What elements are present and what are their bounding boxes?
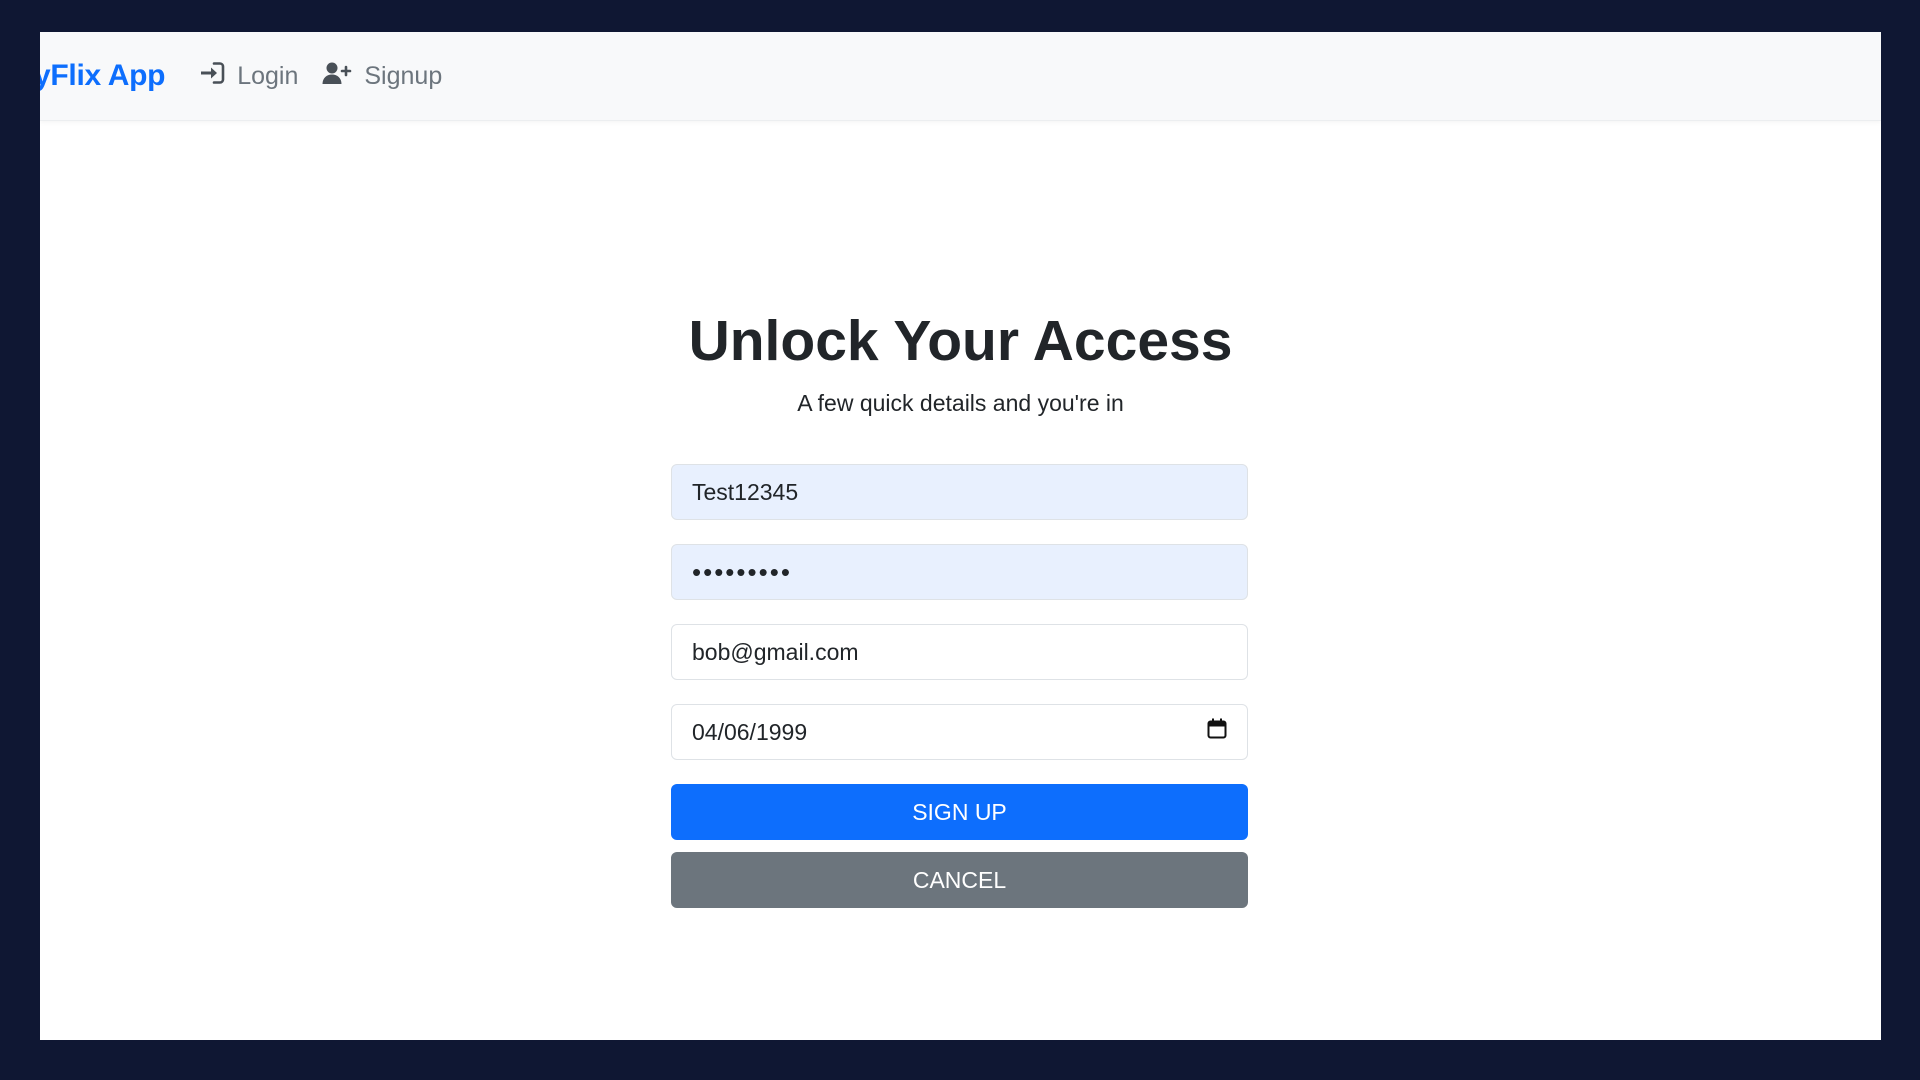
email-value: bob@gmail.com — [692, 638, 859, 665]
nav-login-label: Login — [237, 61, 299, 90]
app-window: yFlix App Login Signup Unlock Your Acces… — [40, 32, 1881, 1040]
username-value: Test12345 — [692, 478, 799, 505]
nav-signup-link[interactable]: Signup — [322, 61, 442, 92]
page-title: Unlock Your Access — [688, 309, 1233, 373]
email-field[interactable]: bob@gmail.com — [671, 624, 1248, 680]
birthday-field[interactable]: 04/06/1999 — [671, 704, 1248, 760]
page-subtitle: A few quick details and you're in — [797, 390, 1124, 416]
nav-login-link[interactable]: Login — [199, 61, 298, 92]
birthday-value: 04/06/1999 — [692, 718, 808, 745]
password-field[interactable]: ••••••••• — [671, 544, 1248, 600]
brand-logo[interactable]: yFlix App — [40, 59, 166, 93]
user-plus-icon — [322, 61, 364, 92]
username-field[interactable]: Test12345 — [671, 464, 1248, 520]
signup-button[interactable]: SIGN UP — [671, 784, 1248, 840]
sign-in-icon — [199, 61, 237, 92]
password-value: ••••••••• — [692, 556, 792, 587]
calendar-icon[interactable] — [1207, 718, 1227, 746]
nav-signup-label: Signup — [364, 61, 443, 90]
cancel-button[interactable]: CANCEL — [671, 852, 1248, 908]
navbar: yFlix App Login Signup — [40, 32, 1881, 121]
main-content: Unlock Your Access A few quick details a… — [40, 120, 1881, 1040]
signup-form: Test12345 ••••••••• bob@gmail.com 04/06/… — [671, 464, 1248, 908]
